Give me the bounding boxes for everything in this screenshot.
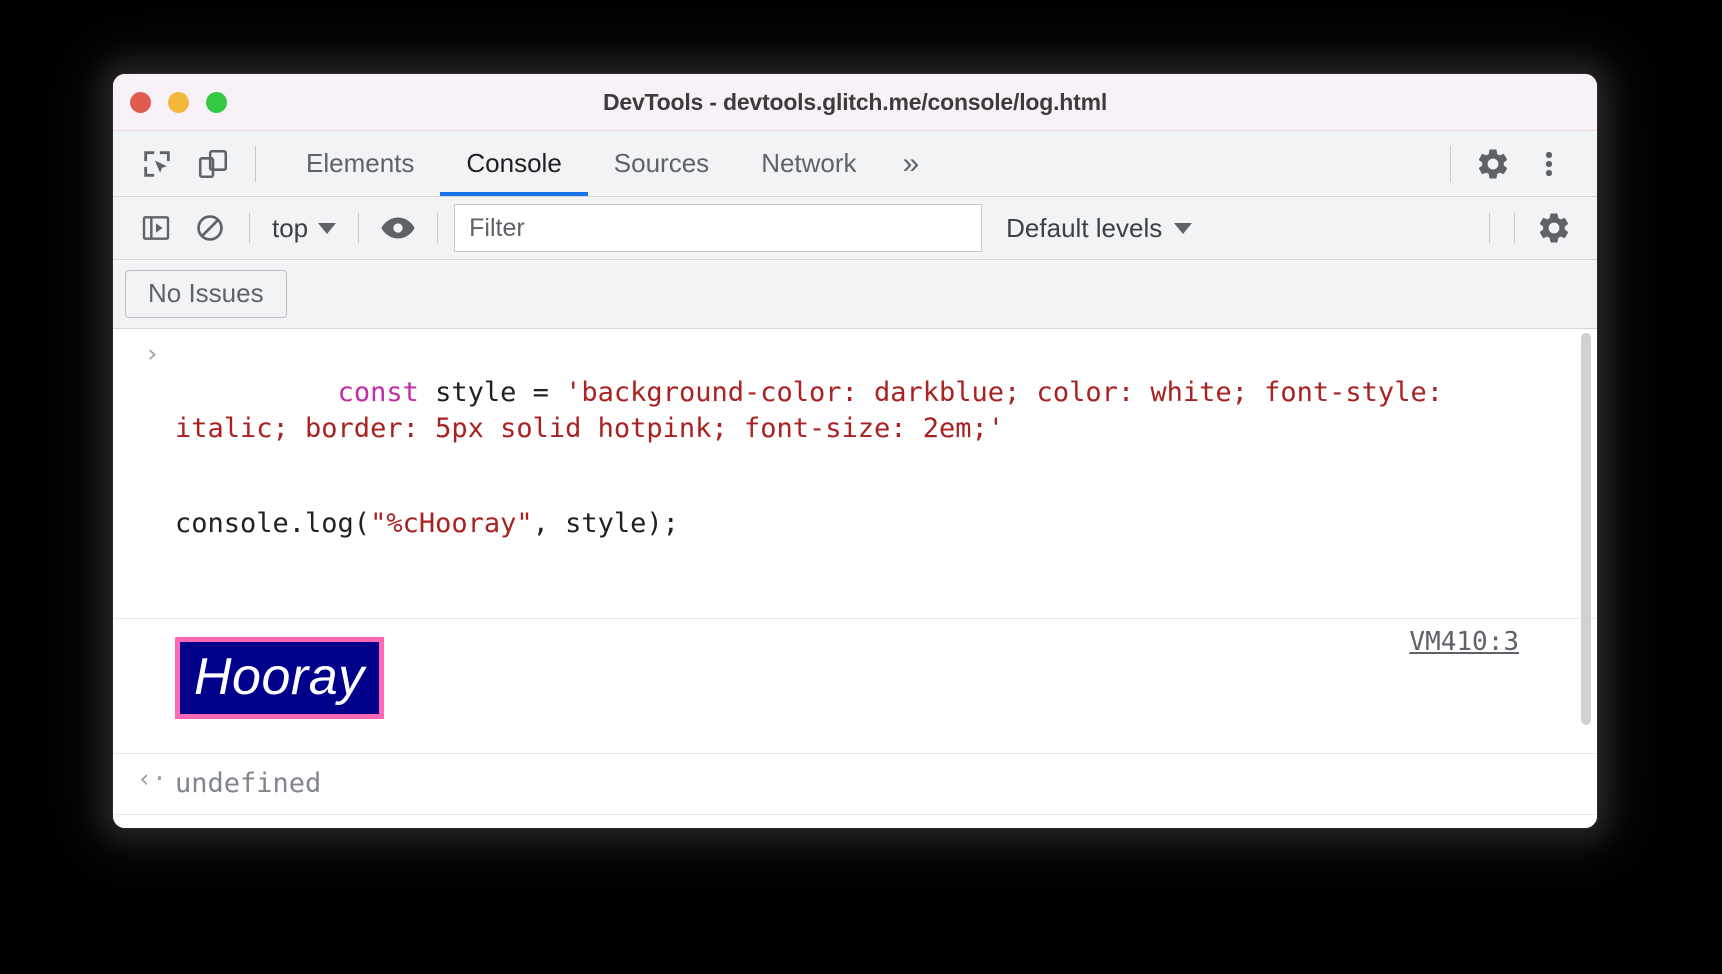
code-token-args: , style); xyxy=(532,507,679,539)
console-styled-output-entry: Hooray VM410:3 xyxy=(113,619,1597,755)
tabbar-divider xyxy=(255,145,256,182)
code-token-call: console.log( xyxy=(175,507,371,539)
source-location-link[interactable]: VM410:3 xyxy=(1409,627,1519,657)
console-messages: › const style = 'background-color: darkb… xyxy=(113,329,1597,828)
tab-console-label: Console xyxy=(466,148,562,178)
console-result-value: undefined xyxy=(175,768,322,800)
console-input-code: const style = 'background-color: darkblu… xyxy=(175,339,1537,614)
console-scrollbar-thumb[interactable] xyxy=(1581,333,1591,725)
kebab-menu-icon[interactable] xyxy=(1521,138,1577,190)
devtools-window: DevTools - devtools.glitch.me/console/lo… xyxy=(113,74,1597,828)
tab-sources-label: Sources xyxy=(613,148,710,178)
tab-network[interactable]: Network xyxy=(735,131,882,196)
tabbar-actions xyxy=(1436,138,1597,190)
traffic-lights xyxy=(130,74,227,130)
tab-sources[interactable]: Sources xyxy=(588,131,735,196)
minimize-window-button[interactable] xyxy=(168,91,189,113)
clear-console-icon[interactable] xyxy=(183,204,237,252)
console-input-code-line2: console.log("%cHooray", style); xyxy=(175,506,1537,542)
console-settings-gear-icon[interactable] xyxy=(1527,204,1581,252)
tab-elements[interactable]: Elements xyxy=(280,131,440,196)
execution-context-selector[interactable]: top xyxy=(262,213,346,244)
screenshot-canvas: DevTools - devtools.glitch.me/console/lo… xyxy=(0,0,1722,974)
result-arrow-icon: ‹· xyxy=(136,764,168,794)
code-token-plain: style = xyxy=(418,377,566,409)
toolbar-divider-3 xyxy=(437,213,439,243)
code-token-format-string: "%cHooray" xyxy=(370,507,533,539)
input-prompt-chevron-icon: › xyxy=(144,339,160,368)
maximize-window-button[interactable] xyxy=(206,91,227,113)
panel-tabs: Elements Console Sources Network » xyxy=(280,131,939,196)
window-titlebar: DevTools - devtools.glitch.me/console/lo… xyxy=(113,74,1597,131)
chevron-down-icon xyxy=(318,222,337,234)
tab-console[interactable]: Console xyxy=(440,131,589,196)
code-token-string: 'background-color: darkblue; color: whit… xyxy=(565,377,1346,409)
toolbar-divider-5 xyxy=(1514,213,1515,243)
prompt-chevron-icon: › xyxy=(135,827,169,828)
code-token-keyword: const xyxy=(337,377,419,409)
toolbar-divider-4 xyxy=(1489,213,1490,243)
issues-bar: No Issues xyxy=(113,260,1597,329)
tab-network-label: Network xyxy=(761,148,857,178)
tab-elements-label: Elements xyxy=(306,148,415,178)
chevron-down-icon xyxy=(1174,222,1193,234)
console-toolbar: top Default levels xyxy=(113,197,1597,260)
console-prompt-row[interactable]: › xyxy=(113,815,1597,828)
window-title: DevTools - devtools.glitch.me/console/lo… xyxy=(602,88,1108,115)
log-levels-label: Default levels xyxy=(1006,212,1163,243)
console-scrollbar-track[interactable] xyxy=(1577,329,1591,828)
console-sidebar-icon[interactable] xyxy=(129,204,183,252)
no-issues-button[interactable]: No Issues xyxy=(125,270,287,318)
close-window-button[interactable] xyxy=(130,91,151,113)
devtools-tabbar: Elements Console Sources Network » xyxy=(113,131,1597,197)
inspect-element-icon[interactable] xyxy=(129,138,185,190)
styled-hooray-output: Hooray xyxy=(175,637,384,720)
log-levels-selector[interactable]: Default levels xyxy=(1006,212,1193,244)
tabbar-actions-divider xyxy=(1450,145,1451,182)
more-tabs-icon[interactable]: » xyxy=(883,131,940,196)
console-result-entry: ‹· undefined xyxy=(113,754,1597,816)
console-input-entry[interactable]: › const style = 'background-color: darkb… xyxy=(113,329,1597,620)
toolbar-divider-1 xyxy=(249,213,250,243)
live-expression-eye-icon[interactable] xyxy=(371,204,425,252)
execution-context-label: top xyxy=(272,212,309,243)
console-toolbar-actions xyxy=(1477,204,1597,252)
gear-icon[interactable] xyxy=(1465,138,1521,190)
toolbar-divider-2 xyxy=(358,213,360,243)
device-toolbar-icon[interactable] xyxy=(185,138,241,190)
filter-input[interactable] xyxy=(454,204,983,252)
